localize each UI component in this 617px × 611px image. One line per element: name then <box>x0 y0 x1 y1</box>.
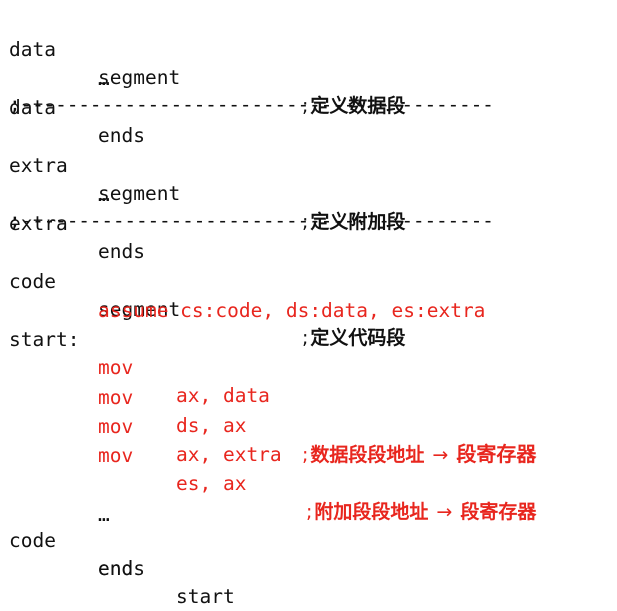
end-line: end start <box>0 527 617 608</box>
instruction-line: mov ax, data <box>0 326 617 407</box>
start-label-line: start: <box>0 298 617 351</box>
comment-target: 段寄存器 <box>456 442 537 466</box>
data-segment-line: data segment ; 定义数据段 <box>0 8 617 117</box>
comment-semicolon: ; <box>302 444 309 466</box>
separator: ;---------------------------------------… <box>9 209 494 232</box>
comment: ; 数据段段地址 → 段寄存器 <box>302 440 536 469</box>
ellipsis-line: … <box>0 473 617 526</box>
instruction-line: mov es, ax ; 附加段段地址 → 段寄存器 <box>0 414 617 523</box>
assume-line: assume cs:code, ds:data, es:extra <box>0 269 617 322</box>
right-arrow-icon: → <box>432 444 449 466</box>
directive: end <box>98 557 134 580</box>
ellipsis-line: … <box>0 153 617 206</box>
code-ends-line: code ends <box>0 499 617 580</box>
extra-ends-line: extra ends <box>0 182 617 263</box>
separator-line: ;---------------------------------------… <box>0 209 617 239</box>
operands: ax, extra <box>176 443 282 466</box>
instruction-line: mov ax, extra <box>0 385 617 466</box>
data-ends-line: data ends <box>0 66 617 147</box>
code-segment-line: code segment ; 定义代码段 <box>0 240 617 349</box>
instruction-line: mov ds, ax ; 数据段段地址 → 段寄存器 <box>0 356 617 466</box>
separator: ;---------------------------------------… <box>9 93 494 116</box>
ellipsis-line: … <box>0 37 617 90</box>
entry-label: start <box>176 585 235 608</box>
opcode: mov <box>98 444 134 467</box>
extra-segment-line: extra segment ; 定义附加段 <box>0 124 617 233</box>
comment-text: 数据段段地址 <box>310 444 425 466</box>
assembly-code-slide: { "code": { "data_seg": {"name": "data",… <box>0 0 617 608</box>
separator-line: ;---------------------------------------… <box>0 93 617 123</box>
